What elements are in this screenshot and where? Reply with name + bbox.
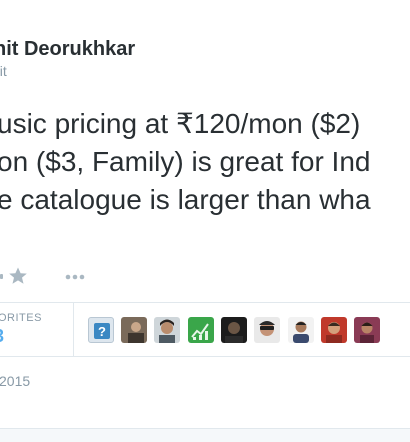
tweet-timestamp: 2015 [0, 373, 31, 389]
avatar[interactable] [254, 317, 280, 343]
tweet-actions [0, 262, 120, 292]
bottom-band [0, 428, 410, 442]
star-icon[interactable] [8, 266, 28, 286]
more-dots-icon[interactable] [64, 270, 88, 282]
avatar[interactable] [354, 317, 380, 343]
divider-top [0, 302, 410, 303]
avatar-placeholder[interactable]: ? [88, 317, 114, 343]
avatar[interactable] [288, 317, 314, 343]
avatar[interactable] [121, 317, 147, 343]
avatar[interactable] [154, 317, 180, 343]
avatar[interactable] [321, 317, 347, 343]
favorites-label: ORITES [0, 312, 42, 324]
stats-separator [73, 303, 74, 356]
tweet-author-handle[interactable]: nit [0, 63, 7, 79]
svg-text:?: ? [98, 324, 106, 339]
retweet-icon-partial[interactable] [0, 274, 3, 279]
avatar[interactable] [188, 317, 214, 343]
favorites-count[interactable]: 3 [0, 326, 4, 347]
tweet-author-name[interactable]: hit Deorukhkar [0, 38, 135, 61]
avatar[interactable] [221, 317, 247, 343]
tweet-text-line: on ($3, Family) is great for Ind [0, 146, 371, 177]
tweet-text-line: e catalogue is larger than wha [0, 184, 371, 215]
tweet-text-line: usic pricing at ₹120/mon ($2) [0, 108, 361, 139]
divider-bottom [0, 356, 410, 357]
tweet-text: usic pricing at ₹120/mon ($2) on ($3, Fa… [0, 105, 371, 219]
